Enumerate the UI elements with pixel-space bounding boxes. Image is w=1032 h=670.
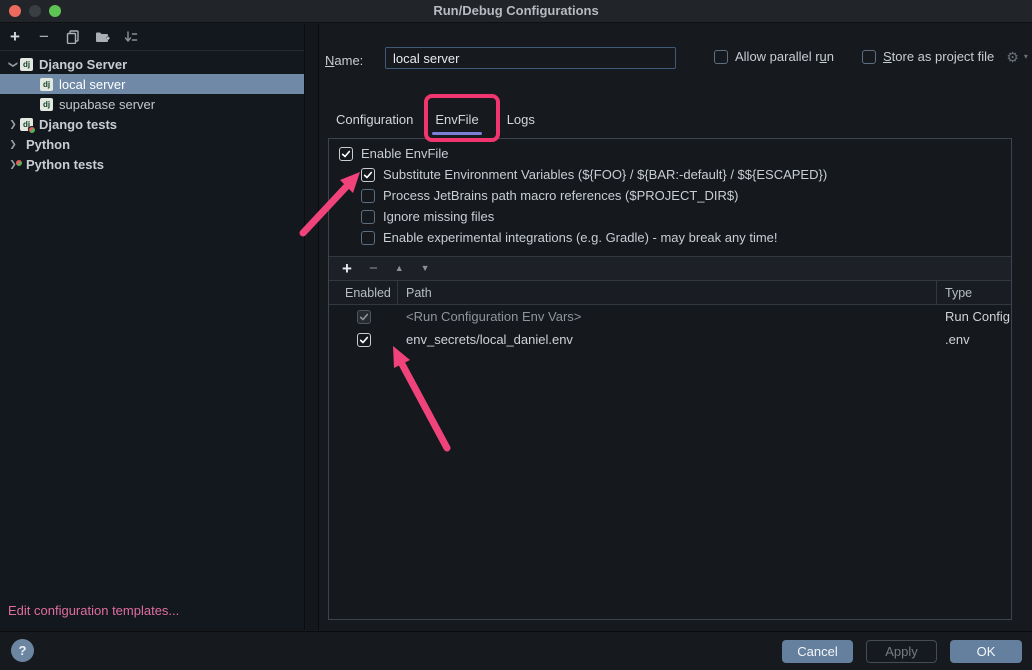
titlebar: Run/Debug Configurations [0, 0, 1032, 23]
enable-envfile-checkbox[interactable]: Enable EnvFile [329, 143, 1011, 164]
option-label: Ignore missing files [383, 209, 494, 224]
remove-env-file-icon[interactable]: − [369, 261, 378, 276]
checkbox-checked[interactable] [357, 333, 371, 347]
config-tabs: Configuration EnvFile Logs [328, 103, 549, 136]
process-path-macro-checkbox[interactable]: Process JetBrains path macro references … [329, 185, 1011, 206]
close-window-button[interactable] [9, 5, 21, 17]
env-files-table-header: Enabled Path Type [329, 281, 1011, 305]
panel-splitter[interactable] [306, 24, 319, 630]
option-label: Process JetBrains path macro references … [383, 188, 738, 203]
tree-item-label: Django tests [39, 117, 117, 132]
env-file-type: Run Config [937, 309, 1011, 324]
envfile-tab-content: Enable EnvFile Substitute Environment Va… [328, 138, 1012, 620]
sidebar-item-python[interactable]: ❯ Python [0, 134, 304, 154]
django-icon: dj [20, 58, 33, 71]
copy-configuration-icon[interactable] [65, 29, 81, 45]
column-header-path[interactable]: Path [398, 281, 937, 304]
remove-configuration-icon[interactable]: − [36, 29, 52, 45]
chevron-right-icon[interactable]: ❯ [6, 119, 20, 130]
chevron-down-icon[interactable]: ❯ [8, 57, 19, 71]
settings-gear-icon[interactable]: ⚙ [1006, 50, 1019, 64]
minimize-window-button[interactable] [29, 5, 41, 17]
window-title: Run/Debug Configurations [0, 0, 1032, 22]
gear-dropdown-icon: ▾ [1024, 52, 1028, 61]
tab-configuration[interactable]: Configuration [328, 103, 421, 136]
zoom-window-button[interactable] [49, 5, 61, 17]
column-header-type[interactable]: Type [937, 281, 1011, 304]
env-file-path: <Run Configuration Env Vars> [398, 309, 937, 324]
table-row-local-daniel-env[interactable]: env_secrets/local_daniel.env .env [329, 328, 1011, 351]
tree-item-label: local server [59, 77, 125, 92]
sidebar-item-django-server[interactable]: ❯ dj Django Server [0, 54, 304, 74]
ignore-missing-files-checkbox[interactable]: Ignore missing files [329, 206, 1011, 227]
django-icon: dj [40, 98, 53, 111]
sidebar-item-django-tests[interactable]: ❯ dj Django tests [0, 114, 304, 134]
option-label: Substitute Environment Variables (${FOO}… [383, 167, 827, 182]
edit-configuration-templates-link[interactable]: Edit configuration templates... [8, 603, 179, 618]
test-badge-icon [15, 159, 23, 167]
chevron-right-icon[interactable]: ❯ [6, 139, 20, 150]
checkbox-checked[interactable] [339, 147, 353, 161]
env-file-type: .env [937, 332, 1011, 347]
run-debug-configurations-dialog: { "window": { "title": "Run/Debug Config… [0, 0, 1032, 670]
tree-item-label: Django Server [39, 57, 127, 72]
new-folder-icon[interactable] [94, 29, 110, 45]
ok-button[interactable]: OK [950, 640, 1022, 663]
substitute-env-vars-checkbox[interactable]: Substitute Environment Variables (${FOO}… [329, 164, 1011, 185]
checkbox-unchecked[interactable] [361, 231, 375, 245]
sidebar-item-local-server[interactable]: dj local server [0, 74, 304, 94]
column-header-enabled[interactable]: Enabled [329, 281, 398, 304]
cancel-button[interactable]: Cancel [782, 640, 853, 663]
option-label: Enable EnvFile [361, 146, 448, 161]
sort-configurations-icon[interactable] [123, 29, 139, 45]
configurations-sidebar: + − ❯ dj Django Server dj local server d… [0, 24, 305, 630]
checkbox-checked[interactable] [361, 168, 375, 182]
move-down-icon[interactable]: ▼ [421, 264, 430, 273]
tree-item-label: supabase server [59, 97, 155, 112]
table-row-run-config-env-vars[interactable]: <Run Configuration Env Vars> Run Config [329, 305, 1011, 328]
test-badge-icon [28, 126, 36, 134]
move-up-icon[interactable]: ▲ [395, 264, 404, 273]
allow-parallel-run-checkbox[interactable]: Allow parallel run [714, 49, 834, 64]
store-as-project-file-checkbox[interactable]: Store as project file ⚙ ▾ [862, 49, 1028, 64]
sidebar-toolbar: + − [0, 24, 304, 51]
checkbox-unchecked[interactable] [361, 210, 375, 224]
apply-button[interactable]: Apply [866, 640, 937, 663]
sidebar-item-python-tests[interactable]: ❯ Python tests [0, 154, 304, 174]
help-button[interactable]: ? [11, 639, 34, 662]
envfile-options: Enable EnvFile Substitute Environment Va… [329, 139, 1011, 248]
dialog-footer: ? Cancel Apply OK [0, 631, 1032, 670]
checkbox-unchecked[interactable] [361, 189, 375, 203]
configurations-tree: ❯ dj Django Server dj local server dj su… [0, 51, 304, 174]
tree-item-label: Python tests [26, 157, 104, 172]
sidebar-item-supabase-server[interactable]: dj supabase server [0, 94, 304, 114]
env-files-table-toolbar: + − ▲ ▼ [329, 256, 1011, 281]
tab-envfile[interactable]: EnvFile [421, 103, 492, 136]
option-label: Enable experimental integrations (e.g. G… [383, 230, 778, 245]
configuration-editor-panel: Name: Allow parallel run Store as projec… [320, 24, 1032, 630]
checkbox-unchecked[interactable] [714, 50, 728, 64]
tree-item-label: Python [26, 137, 70, 152]
tab-logs[interactable]: Logs [493, 103, 549, 136]
allow-parallel-run-label: Allow parallel run [735, 49, 834, 64]
name-input[interactable] [385, 47, 676, 69]
add-configuration-icon[interactable]: + [7, 29, 23, 45]
django-tests-icon: dj [20, 118, 33, 131]
env-file-path: env_secrets/local_daniel.env [398, 332, 937, 347]
add-env-file-icon[interactable]: + [342, 260, 352, 277]
store-as-project-file-label: Store as project file [883, 49, 994, 64]
checkbox-checked-disabled [357, 310, 371, 324]
django-icon: dj [40, 78, 53, 91]
checkbox-unchecked[interactable] [862, 50, 876, 64]
experimental-integrations-checkbox[interactable]: Enable experimental integrations (e.g. G… [329, 227, 1011, 248]
name-label: Name: [325, 53, 363, 68]
